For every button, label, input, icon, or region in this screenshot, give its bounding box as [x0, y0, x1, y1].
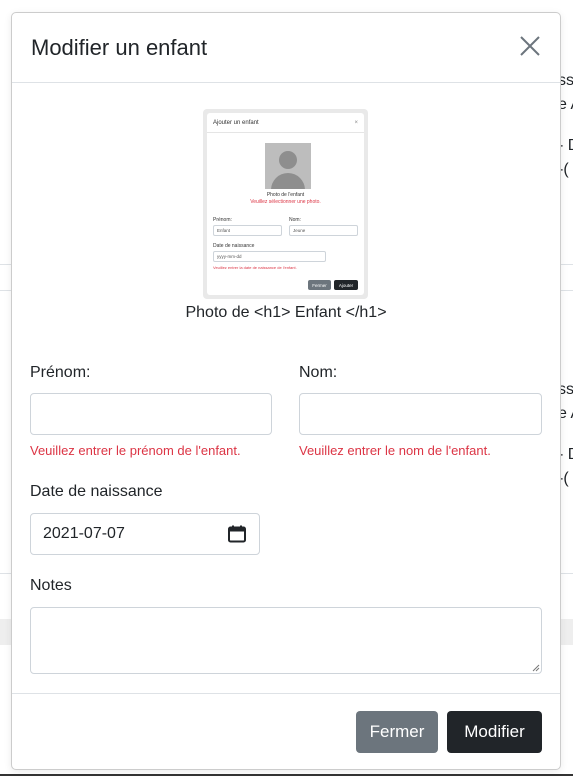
- last-name-error: Veuillez entrer le nom de l'enfant.: [299, 443, 491, 458]
- photo-preview-image: Ajouter un enfant × Photo de l'enfant Ve…: [207, 113, 364, 295]
- last-name-label: Nom:: [299, 364, 338, 381]
- preview-dob-label: Date de naissance: [213, 243, 255, 249]
- close-button[interactable]: [517, 35, 543, 61]
- modal-header: Modifier un enfant: [12, 13, 560, 83]
- child-photo[interactable]: Ajouter un enfant × Photo de l'enfant Ve…: [203, 109, 368, 299]
- preview-dob-input: yyyy-mm-dd: [213, 251, 326, 262]
- photo-caption: Photo de <h1> Enfant </h1>: [185, 304, 387, 321]
- calendar-icon[interactable]: [227, 524, 247, 544]
- notes-textarea[interactable]: [30, 607, 542, 674]
- first-name-error: Veuillez entrer le prénom de l'enfant.: [30, 443, 241, 458]
- preview-cancel-button: Fermer: [308, 280, 331, 290]
- resize-handle-icon[interactable]: [530, 662, 540, 672]
- edit-child-modal: Modifier un enfant Ajouter un enfant × P…: [11, 12, 561, 770]
- preview-avatar: [265, 143, 311, 189]
- preview-close-icon: ×: [354, 119, 358, 126]
- modal-title: Modifier un enfant: [31, 34, 208, 60]
- dob-value: 2021-07-07: [43, 525, 125, 542]
- preview-first-name-label: Prénom:: [213, 217, 232, 223]
- background-bottom-bar: [0, 774, 573, 783]
- modal-footer: Fermer Modifier: [12, 693, 560, 769]
- preview-last-name-input: Jeune: [289, 225, 358, 236]
- modify-button[interactable]: Modifier: [447, 711, 542, 753]
- preview-first-name-input: Enfant: [213, 225, 282, 236]
- preview-submit-button: Ajouter: [334, 280, 358, 290]
- first-name-input[interactable]: [30, 393, 272, 435]
- preview-dob-error: Veuillez entrer la date de naissance de …: [213, 265, 297, 270]
- last-name-input[interactable]: [299, 393, 542, 435]
- dob-input[interactable]: 2021-07-07: [30, 513, 260, 555]
- preview-photo-error: Veuillez sélectionner une photo.: [250, 199, 321, 205]
- close-modal-button[interactable]: Fermer: [356, 711, 438, 753]
- notes-label: Notes: [30, 577, 72, 594]
- close-icon: [519, 35, 541, 60]
- first-name-label: Prénom:: [30, 364, 91, 381]
- preview-title: Ajouter un enfant: [213, 119, 259, 126]
- preview-last-name-label: Nom:: [289, 217, 301, 223]
- dob-label: Date de naissance: [30, 483, 163, 500]
- preview-photo-label: Photo de l'enfant: [266, 192, 305, 198]
